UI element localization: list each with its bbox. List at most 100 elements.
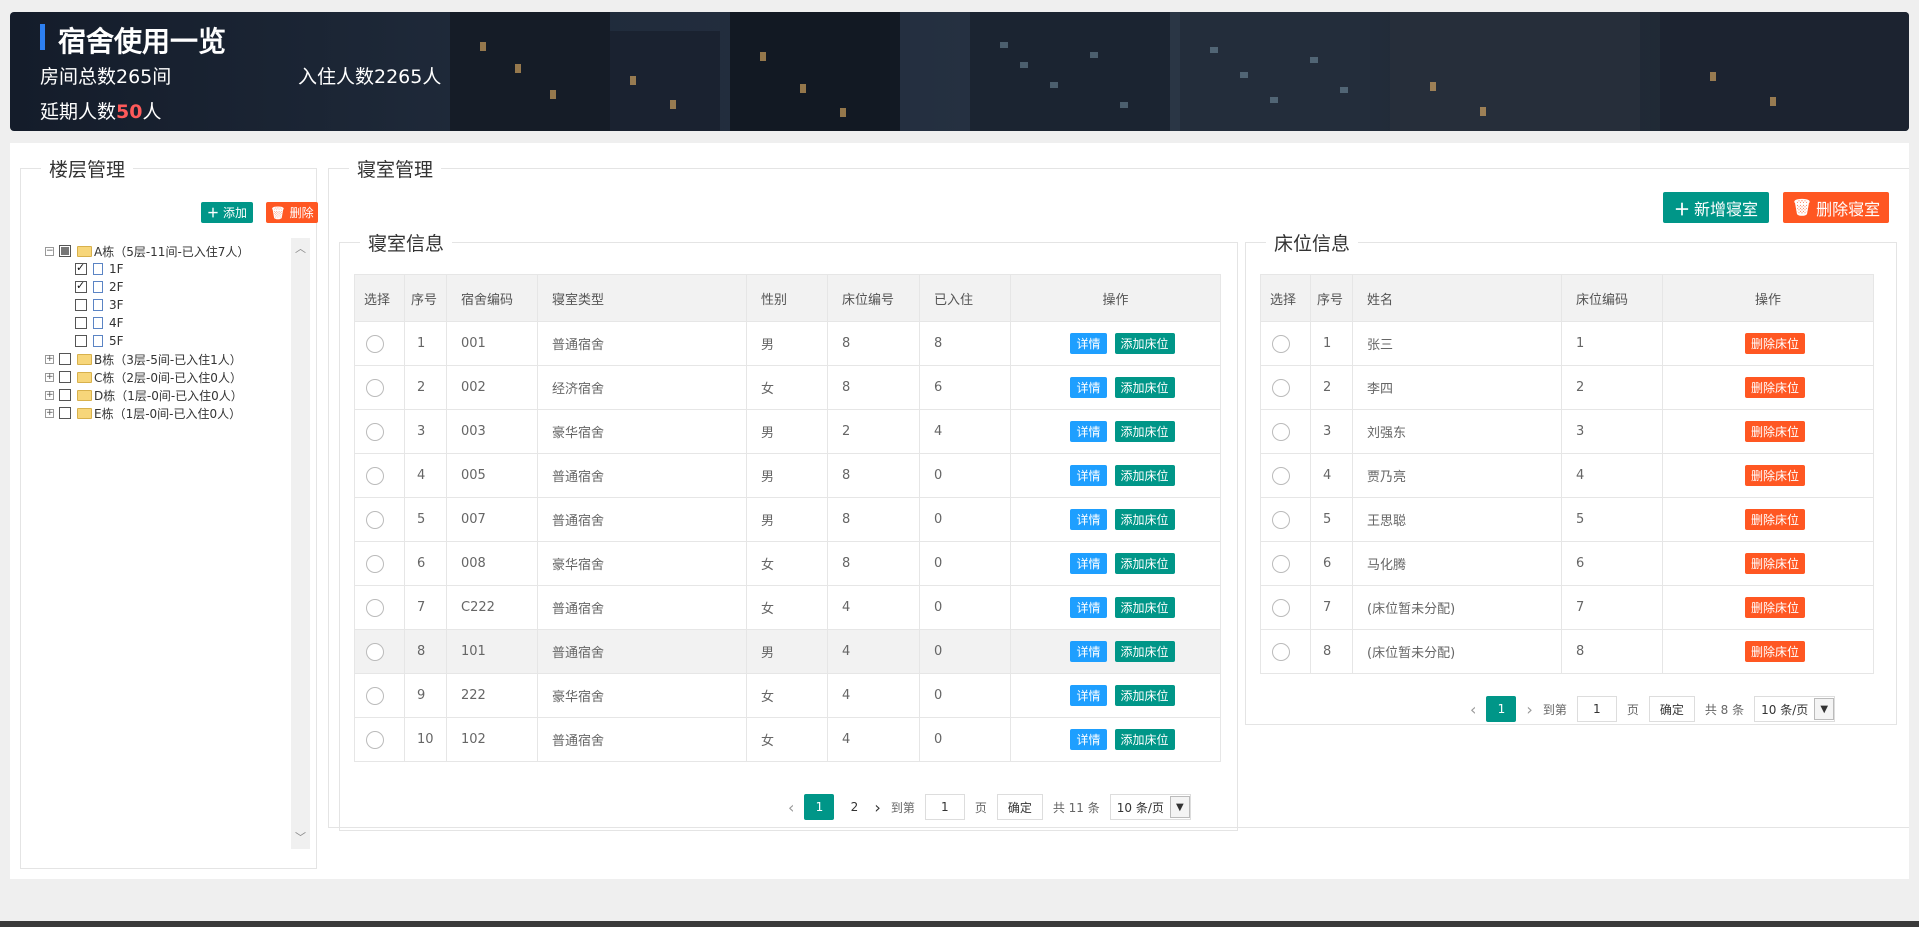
goto-page-input[interactable]: 1: [1576, 696, 1617, 722]
delete-bed-button[interactable]: 删除床位: [1744, 421, 1805, 442]
add-bed-button[interactable]: 添加床位: [1114, 509, 1175, 530]
table-row[interactable]: 9 222 豪华宿舍女 4 0 详情 添加床位: [354, 673, 1221, 718]
row-radio[interactable]: [1272, 334, 1290, 353]
column-header[interactable]: 已入住: [919, 274, 1011, 322]
page-size-select[interactable]: 10 条/页 ▼: [1109, 794, 1191, 820]
row-radio[interactable]: [1272, 642, 1290, 661]
tree-checkbox[interactable]: [75, 299, 87, 311]
tree-node-a-3f[interactable]: 3F: [45, 296, 300, 314]
expand-icon[interactable]: +: [45, 390, 54, 400]
detail-button[interactable]: 详情: [1070, 333, 1107, 354]
delete-bed-button[interactable]: 删除床位: [1744, 597, 1805, 618]
delete-bed-button[interactable]: 删除床位: [1744, 333, 1805, 354]
row-radio[interactable]: [366, 686, 384, 705]
tree-node-c[interactable]: + C栋（2层-0间-已入住0人）: [45, 368, 300, 386]
tree-node-b[interactable]: + B栋（3层-5间-已入住1人）: [45, 350, 300, 368]
column-header[interactable]: 宿舍编码: [446, 274, 538, 322]
add-bed-button[interactable]: 添加床位: [1114, 685, 1175, 706]
row-radio[interactable]: [366, 466, 384, 485]
table-row[interactable]: 7 (床位暂未分配) 7 删除床位: [1260, 585, 1874, 630]
tree-scrollbar[interactable]: ︿ ﹀: [291, 238, 310, 849]
page-link[interactable]: 2: [844, 800, 864, 814]
detail-button[interactable]: 详情: [1070, 377, 1107, 398]
page-current[interactable]: 1: [804, 794, 835, 820]
delete-bed-button[interactable]: 删除床位: [1744, 377, 1805, 398]
tree-node-a-2f[interactable]: 2F: [45, 278, 300, 296]
table-row[interactable]: 6 马化腾 6 删除床位: [1260, 541, 1874, 586]
delete-bed-button[interactable]: 删除床位: [1744, 465, 1805, 486]
add-bed-button[interactable]: 添加床位: [1114, 421, 1175, 442]
tree-checkbox[interactable]: [59, 353, 71, 365]
detail-button[interactable]: 详情: [1070, 641, 1107, 662]
table-row[interactable]: 5 007 普通宿舍男 8 0 详情 添加床位: [354, 497, 1221, 542]
chevron-down-icon[interactable]: ▼: [1814, 698, 1835, 720]
table-row[interactable]: 5 王思聪 5 删除床位: [1260, 497, 1874, 542]
row-radio[interactable]: [1272, 510, 1290, 529]
row-radio[interactable]: [366, 378, 384, 397]
table-row[interactable]: 7 C222 普通宿舍女 4 0 详情 添加床位: [354, 585, 1221, 630]
tree-node-a-5f[interactable]: 5F: [45, 332, 300, 350]
row-radio[interactable]: [366, 334, 384, 353]
add-bed-button[interactable]: 添加床位: [1114, 333, 1175, 354]
page-size-select[interactable]: 10 条/页 ▼: [1754, 696, 1836, 722]
detail-button[interactable]: 详情: [1070, 685, 1107, 706]
table-row[interactable]: 8 101 普通宿舍男 4 0 详情 添加床位: [354, 629, 1221, 674]
tree-node-a-1f[interactable]: 1F: [45, 260, 300, 278]
tree-node-e[interactable]: + E栋（1层-0间-已入住0人）: [45, 404, 300, 422]
detail-button[interactable]: 详情: [1070, 729, 1107, 750]
detail-button[interactable]: 详情: [1070, 553, 1107, 574]
row-radio[interactable]: [366, 598, 384, 617]
expand-icon[interactable]: +: [45, 354, 54, 364]
tree-node-a[interactable]: − A栋（5层-11间-已入住7人）: [45, 242, 300, 260]
new-dorm-button[interactable]: ＋新增寝室: [1663, 192, 1769, 223]
expand-icon[interactable]: +: [45, 408, 54, 418]
chevron-up-icon[interactable]: ︿: [295, 240, 306, 256]
tree-node-d[interactable]: + D栋（1层-0间-已入住0人）: [45, 386, 300, 404]
add-bed-button[interactable]: 添加床位: [1114, 553, 1175, 574]
delete-bed-button[interactable]: 删除床位: [1744, 553, 1805, 574]
goto-confirm-button[interactable]: 确定: [1648, 696, 1695, 722]
add-bed-button[interactable]: 添加床位: [1114, 597, 1175, 618]
detail-button[interactable]: 详情: [1070, 465, 1107, 486]
add-bed-button[interactable]: 添加床位: [1114, 729, 1175, 750]
tree-checkbox[interactable]: [75, 335, 87, 347]
tree-checkbox[interactable]: [75, 279, 87, 293]
page-current[interactable]: 1: [1486, 696, 1517, 722]
column-header[interactable]: 姓名: [1352, 274, 1562, 322]
tree-checkbox[interactable]: [59, 371, 71, 383]
tree-checkbox[interactable]: [59, 245, 71, 257]
goto-confirm-button[interactable]: 确定: [996, 794, 1043, 820]
add-bed-button[interactable]: 添加床位: [1114, 465, 1175, 486]
chevron-right-icon[interactable]: ›: [1526, 700, 1532, 719]
goto-page-input[interactable]: 1: [924, 794, 965, 820]
table-row[interactable]: 3 003 豪华宿舍男 2 4 详情 添加床位: [354, 409, 1221, 454]
row-radio[interactable]: [1272, 378, 1290, 397]
collapse-icon[interactable]: −: [45, 246, 54, 256]
delete-dorm-button[interactable]: 🗑 删除寝室: [1783, 192, 1889, 223]
column-header[interactable]: 床位编码: [1561, 274, 1663, 322]
tree-checkbox[interactable]: [59, 389, 71, 401]
expand-icon[interactable]: +: [45, 372, 54, 382]
row-radio[interactable]: [1272, 466, 1290, 485]
chevron-down-icon[interactable]: ﹀: [295, 829, 306, 845]
detail-button[interactable]: 详情: [1070, 509, 1107, 530]
chevron-right-icon[interactable]: ›: [874, 798, 880, 817]
row-radio[interactable]: [1272, 554, 1290, 573]
table-row[interactable]: 2 002 经济宿舍女 8 6 详情 添加床位: [354, 365, 1221, 410]
add-floor-button[interactable]: ＋ 添加: [201, 202, 253, 223]
tree-checkbox[interactable]: [75, 261, 87, 275]
delete-bed-button[interactable]: 删除床位: [1744, 509, 1805, 530]
tree-checkbox[interactable]: [75, 317, 87, 329]
row-radio[interactable]: [366, 510, 384, 529]
column-header[interactable]: 床位编号: [827, 274, 920, 322]
table-row[interactable]: 1 001 普通宿舍男 8 8 详情 添加床位: [354, 321, 1221, 366]
column-header[interactable]: 序号: [404, 274, 447, 322]
chevron-left-icon[interactable]: ‹: [1470, 700, 1476, 719]
table-row[interactable]: 10 102 普通宿舍女 4 0 详情 添加床位: [354, 717, 1221, 762]
row-radio[interactable]: [1272, 422, 1290, 441]
table-row[interactable]: 3 刘强东 3 删除床位: [1260, 409, 1874, 454]
row-radio[interactable]: [366, 554, 384, 573]
table-row[interactable]: 8 (床位暂未分配) 8 删除床位: [1260, 629, 1874, 674]
row-radio[interactable]: [366, 422, 384, 441]
detail-button[interactable]: 详情: [1070, 597, 1107, 618]
